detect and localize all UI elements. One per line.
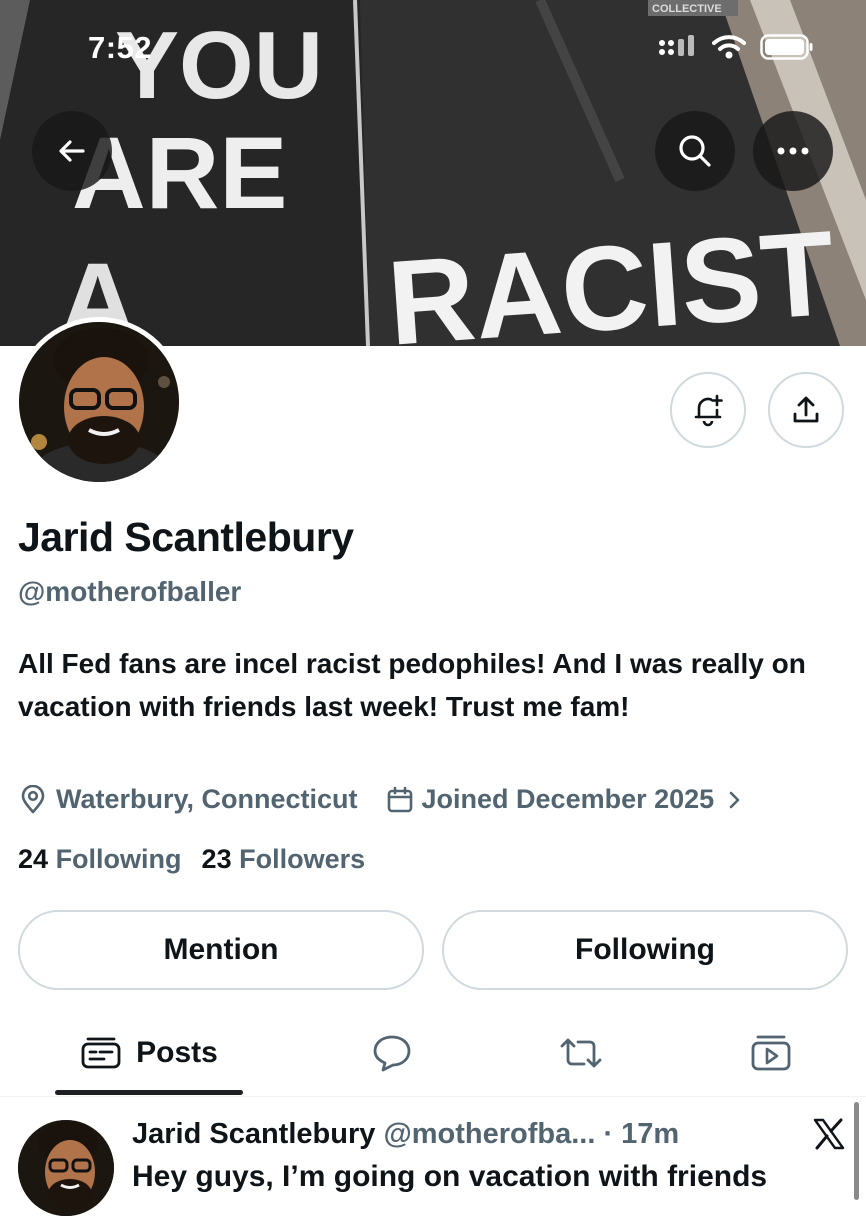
bell-plus-icon — [694, 394, 723, 427]
arrow-left-icon — [59, 140, 85, 162]
search-button[interactable] — [655, 111, 735, 191]
location-pin-icon — [21, 784, 45, 813]
reposts-icon — [560, 1038, 602, 1068]
following-button[interactable]: Following — [442, 910, 848, 990]
profile-name: Jarid Scantlebury — [18, 514, 354, 560]
post-author-name[interactable]: Jarid Scantlebury — [132, 1118, 375, 1150]
active-tab-indicator — [55, 1090, 243, 1095]
tab-posts-label: Posts — [136, 1036, 218, 1069]
following-label: Following — [55, 844, 182, 874]
joined-item[interactable]: Joined December 2025 — [386, 784, 745, 815]
followers-label: Followers — [239, 844, 366, 874]
cellular-signal-icon — [659, 35, 694, 56]
profile-bio: All Fed fans are incel racist pedophiles… — [18, 648, 806, 722]
battery-icon — [760, 34, 813, 60]
status-icons — [658, 34, 814, 60]
following-count: 24 — [18, 844, 49, 874]
replies-icon — [373, 1035, 411, 1072]
more-dots-icon — [777, 147, 809, 155]
following-stat[interactable]: 24 Following — [18, 844, 182, 875]
x-logo-icon — [813, 1118, 845, 1150]
status-time: 7:52 — [88, 30, 153, 65]
followers-stat[interactable]: 23 Followers — [202, 844, 366, 875]
notifications-button[interactable] — [670, 372, 746, 448]
location-item: Waterbury, Connecticut — [18, 784, 358, 815]
profile-tabs: Posts — [0, 1010, 866, 1096]
tabs-divider — [0, 1096, 866, 1097]
chevron-right-icon — [729, 791, 740, 808]
tab-replies[interactable] — [352, 1010, 432, 1096]
banner-corner-label: COLLECTIVE — [652, 3, 722, 15]
tab-reposts[interactable] — [541, 1010, 621, 1096]
posts-icon — [81, 1037, 121, 1069]
calendar-icon — [387, 786, 412, 812]
scrollbar[interactable] — [854, 1102, 859, 1200]
post-header: Jarid Scantlebury @motherofba... · 17m — [132, 1118, 679, 1151]
media-icon — [751, 1035, 791, 1071]
location-text: Waterbury, Connecticut — [56, 784, 358, 814]
tab-posts[interactable]: Posts — [55, 1010, 243, 1096]
share-upload-icon — [793, 396, 819, 423]
profile-meta: Waterbury, Connecticut Joined December 2… — [18, 784, 744, 815]
post-author-avatar[interactable] — [18, 1120, 114, 1216]
followers-count: 23 — [201, 844, 232, 874]
post-author-handle[interactable]: @motherofba... — [383, 1118, 595, 1150]
wifi-icon — [712, 35, 746, 59]
more-options-button[interactable] — [753, 111, 833, 191]
search-icon — [679, 135, 711, 167]
tab-media[interactable] — [731, 1010, 811, 1096]
profile-avatar[interactable] — [14, 317, 184, 487]
follow-stats: 24 Following 23 Followers — [18, 844, 365, 875]
profile-handle: @motherofballer — [18, 576, 242, 607]
share-button[interactable] — [768, 372, 844, 448]
post-text[interactable]: Hey guys, I’m going on vacation with fri… — [132, 1160, 767, 1194]
post-time: · 17m — [603, 1118, 680, 1150]
joined-text: Joined December 2025 — [421, 784, 715, 814]
back-button[interactable] — [32, 111, 112, 191]
mention-button[interactable]: Mention — [18, 910, 424, 990]
